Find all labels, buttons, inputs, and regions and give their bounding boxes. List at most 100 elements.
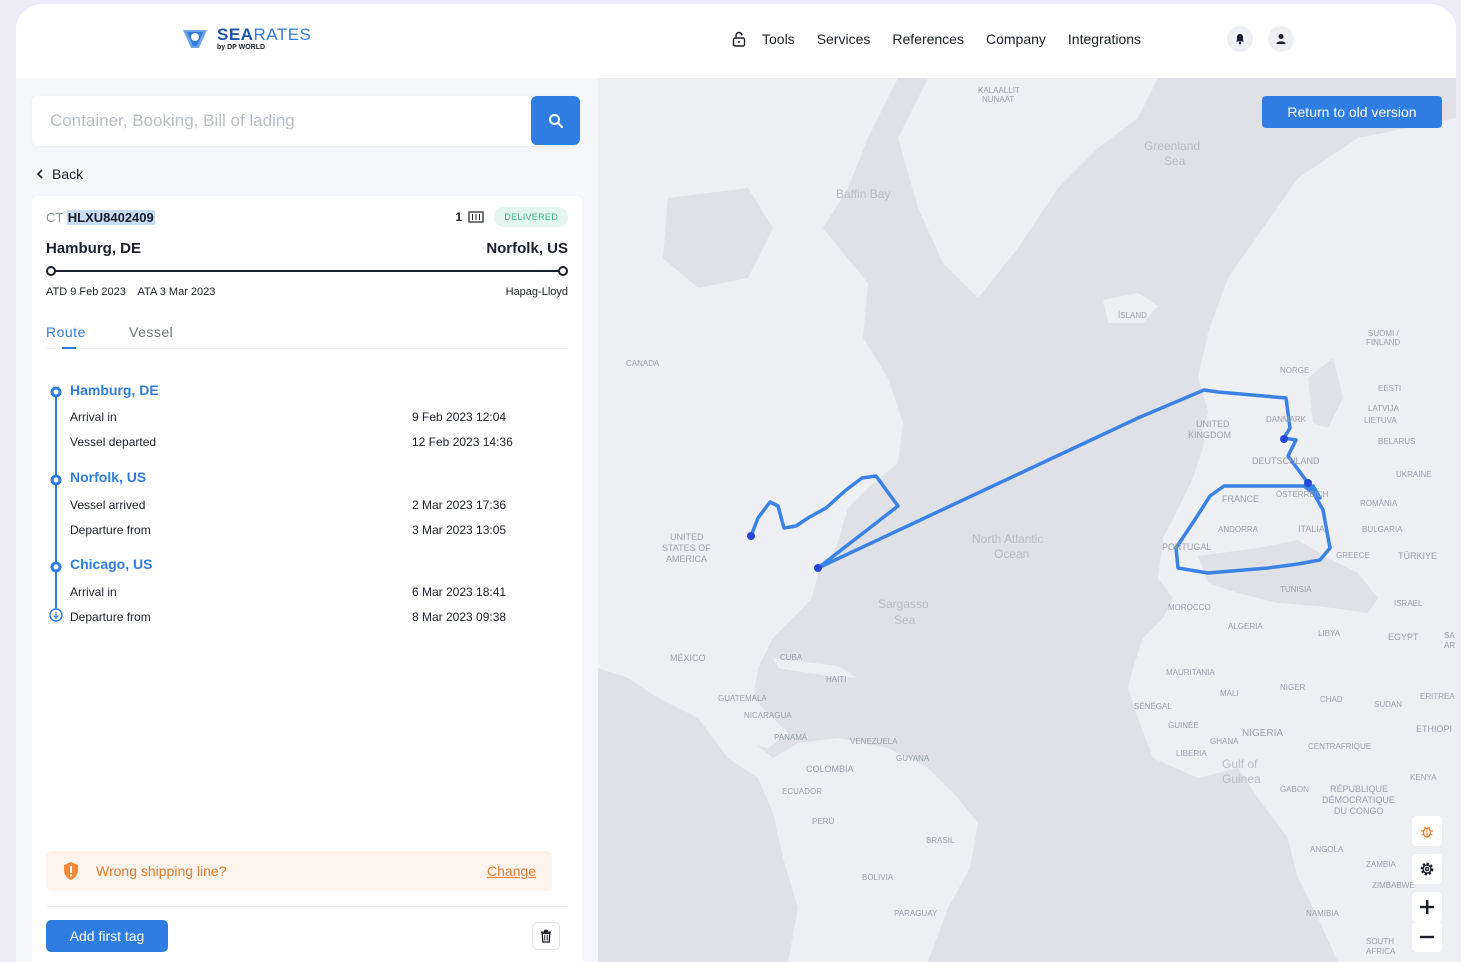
search-button[interactable] <box>531 96 580 145</box>
delete-button[interactable] <box>532 922 560 950</box>
tracking-panel: Back CT HLXU8402409 1 DELIVERED H <box>16 78 598 962</box>
timeline-event: Departure from <box>70 523 151 537</box>
timeline-dot-icon <box>50 561 62 573</box>
map-view[interactable]: KALAALLIT NUNAAT ÍSLAND SUOMI / FINLAND … <box>598 78 1456 962</box>
map-label-cuba: CUBA <box>780 653 803 662</box>
back-link[interactable]: Back <box>36 166 83 182</box>
timeline-date: 6 Mar 2023 18:41 <box>412 585 507 599</box>
map-label-gabon: GABON <box>1280 785 1309 794</box>
map-label-osterreich: ÖSTERREICH <box>1276 490 1329 499</box>
map-label-nicaragua: NICARAGUA <box>744 711 792 720</box>
map-label-gulf-of-guinea: Gulf of <box>1222 757 1258 771</box>
destination-port: Norfolk, US <box>486 240 568 257</box>
map-label-greenland-sea: Sea <box>1164 154 1186 168</box>
container-icon <box>468 211 484 223</box>
map-label-sudan: SUDAN <box>1374 700 1402 709</box>
map-label-eesti: EESTI <box>1378 384 1401 393</box>
timeline-date: 9 Feb 2023 12:04 <box>412 410 507 424</box>
minus-icon <box>1420 935 1434 939</box>
map-label-usa: STATES OF <box>662 543 711 553</box>
map-label-france: FRANCE <box>1222 494 1259 504</box>
map-label-guyana: GUYANA <box>896 754 930 763</box>
map-label-venezuela: VENEZUELA <box>850 737 898 746</box>
timeline-event: Departure from <box>70 610 151 624</box>
map-label-italia: ITALIA <box>1298 524 1325 534</box>
map-label-israel: ISRAEL <box>1394 599 1423 608</box>
timeline-date: 2 Mar 2023 17:36 <box>412 498 507 512</box>
nav-services[interactable]: Services <box>817 31 871 47</box>
change-link[interactable]: Change <box>487 863 536 879</box>
map-label-belarus: BELARUS <box>1378 437 1415 446</box>
timeline-date: 3 Mar 2023 13:05 <box>412 523 507 537</box>
plus-icon <box>1420 900 1434 914</box>
carrier-name: Hapag-Lloyd <box>505 286 568 298</box>
container-number[interactable]: HLXU8402409 <box>66 210 155 225</box>
origin-port: Hamburg, DE <box>46 240 142 257</box>
timeline-event: Arrival in <box>70 585 117 599</box>
map-label-nigeria: NIGERIA <box>1242 728 1283 739</box>
map-label-mexico: MÉXICO <box>670 653 706 663</box>
map-label-zambia: ZAMBIA <box>1366 860 1396 869</box>
report-bug-button[interactable] <box>1412 816 1442 846</box>
add-tag-button[interactable]: Add first tag <box>46 920 168 952</box>
map-settings-button[interactable] <box>1412 854 1442 884</box>
timeline-final-dot-icon <box>49 608 63 622</box>
map-label-mali: MALI <box>1220 689 1239 698</box>
route-progress-bar <box>46 266 568 276</box>
map-label-gulf-of-guinea: Guinea <box>1222 772 1261 786</box>
map-label-senegal: SÉNÉGAL <box>1134 702 1172 711</box>
return-old-version-button[interactable]: Return to old version <box>1262 96 1442 128</box>
map-label-panama: PANAMÁ <box>774 733 808 742</box>
map-label-north-atlantic: Ocean <box>994 547 1029 561</box>
logo[interactable]: SEARATES by DP WORLD <box>181 24 311 52</box>
nav-company[interactable]: Company <box>986 31 1046 47</box>
header: SEARATES by DP WORLD Tools Services Refe… <box>16 4 1456 78</box>
logo-mark-icon <box>183 30 207 48</box>
zoom-in-button[interactable] <box>1412 892 1442 922</box>
brand-name: SEARATES <box>217 24 312 44</box>
map-label-paraguay: PARAGUAY <box>894 909 938 918</box>
map-label-usa: UNITED <box>670 532 704 542</box>
map-label-turkiye: TÜRKIYE <box>1398 551 1437 561</box>
shield-warning-icon <box>64 862 78 880</box>
timeline-port: Chicago, US <box>70 556 153 572</box>
search-input[interactable] <box>32 96 512 146</box>
map-label-guinee: GUINÉE <box>1168 721 1199 730</box>
map-label-greece: GREECE <box>1336 551 1370 560</box>
map-label-sa: SA <box>1444 631 1455 640</box>
map-label-colombia: COLOMBIA <box>806 764 854 774</box>
notifications-button[interactable] <box>1227 26 1253 52</box>
nav-references[interactable]: References <box>892 31 964 47</box>
timeline-date: 8 Mar 2023 09:38 <box>412 610 507 624</box>
shipment-card: CT HLXU8402409 1 DELIVERED Hamburg, DE N… <box>32 196 582 962</box>
nav-integrations[interactable]: Integrations <box>1068 31 1141 47</box>
timeline-event: Vessel arrived <box>70 498 146 512</box>
map-label-norge: NORGE <box>1280 366 1309 375</box>
nav-tools[interactable]: Tools <box>762 31 795 47</box>
timeline-port: Norfolk, US <box>70 469 147 485</box>
route-point-norfolk <box>814 564 822 572</box>
shipping-line-warning: Wrong shipping line? Change <box>46 851 552 891</box>
route-point-chicago <box>747 532 755 540</box>
warning-text: Wrong shipping line? <box>96 863 227 879</box>
account-button[interactable] <box>1268 26 1294 52</box>
departure-arrival-dates: ATD 9 Feb 2023 ATA 3 Mar 2023 Hapag-Lloy… <box>46 286 568 298</box>
bell-icon <box>1236 34 1244 45</box>
status-badge: DELIVERED <box>494 207 568 227</box>
land-greenland <box>898 78 1158 298</box>
main-nav: Tools Services References Company Integr… <box>732 31 1141 47</box>
map-label-canada: CANADA <box>626 359 660 368</box>
zoom-out-button[interactable] <box>1412 922 1442 952</box>
map-label-eritrea: ERITREA <box>1420 692 1455 701</box>
tab-route[interactable]: Route <box>46 324 86 340</box>
map-label-niger: NIGER <box>1280 683 1306 692</box>
user-icon <box>1276 34 1286 44</box>
tab-vessel[interactable]: Vessel <box>129 324 173 340</box>
timeline-line <box>55 392 57 616</box>
map-label-kenya: KENYA <box>1410 773 1437 782</box>
route-point-hamburg <box>1280 435 1288 443</box>
lock-icon[interactable] <box>732 31 746 47</box>
back-label: Back <box>52 166 84 182</box>
map-label-latvija: LATVIJA <box>1368 404 1400 413</box>
container-prefix: CT <box>46 210 64 225</box>
